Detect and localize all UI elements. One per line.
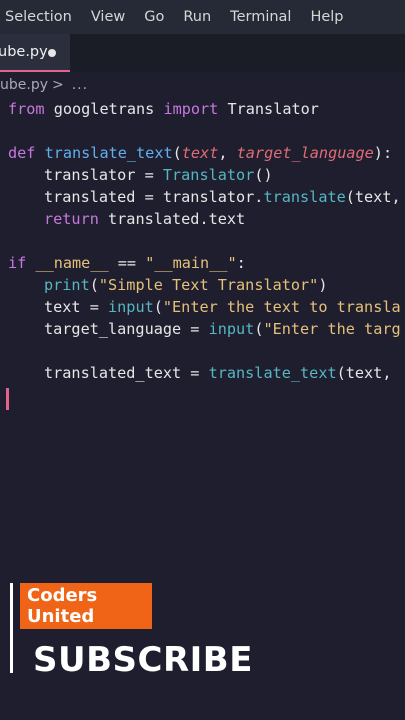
- code-text: Translator: [218, 100, 319, 118]
- breadcrumb-more[interactable]: ...: [72, 77, 88, 93]
- menu-run[interactable]: Run: [183, 9, 211, 25]
- code-text: (: [153, 298, 163, 316]
- code-line-3: def translate_text(text, target_language…: [8, 142, 392, 164]
- string-literal: "Enter the targ: [263, 320, 401, 338]
- code-text: translated.text: [98, 210, 246, 228]
- text-cursor: [6, 388, 9, 410]
- code-text: translated_text =: [44, 364, 209, 382]
- tab-label: ube.py: [0, 44, 48, 60]
- code-line-10: text = input("Enter the text to transla: [8, 296, 401, 318]
- class-name: Translator: [162, 166, 255, 184]
- code-text: (: [89, 276, 99, 294]
- string-literal: "__main__": [145, 254, 237, 272]
- tab-bar: ube.py: [0, 34, 405, 72]
- keyword: from: [8, 100, 45, 118]
- unsaved-dot-icon[interactable]: [48, 49, 56, 57]
- code-text: ):: [373, 144, 393, 162]
- keyword: if: [8, 254, 27, 272]
- code-line-8: if __name__ == "__main__":: [8, 252, 246, 274]
- menu-help[interactable]: Help: [310, 9, 343, 25]
- badge-line-1: Coders: [27, 585, 98, 606]
- function-name: translate_text: [208, 364, 337, 382]
- code-text: :: [236, 254, 246, 272]
- breadcrumb: ube.py > ...: [0, 72, 405, 98]
- code-text: target_language =: [44, 320, 209, 338]
- menu-go[interactable]: Go: [144, 9, 164, 25]
- parameter: target_language: [236, 144, 374, 162]
- string-literal: "Simple Text Translator": [98, 276, 319, 294]
- code-line-6: return translated.text: [8, 208, 245, 230]
- channel-badge: Coders United: [20, 583, 152, 629]
- code-text: ,: [218, 144, 237, 162]
- code-text: ==: [108, 254, 146, 272]
- function-name: translate_text: [44, 144, 173, 162]
- subscribe-text[interactable]: SUBSCRIBE: [33, 640, 253, 680]
- keyword: return: [44, 210, 99, 228]
- overlay-divider: [10, 583, 13, 673]
- code-text: (: [172, 144, 182, 162]
- string-literal: "Enter the text to transla: [162, 298, 401, 316]
- menu-terminal[interactable]: Terminal: [230, 9, 291, 25]
- function-name: print: [44, 276, 90, 294]
- keyword: import: [163, 100, 219, 118]
- code-text: googletrans: [44, 100, 164, 118]
- keyword: def: [8, 144, 36, 162]
- code-text: (text,: [345, 188, 401, 206]
- code-line-4: translator = Translator(): [8, 164, 273, 186]
- code-text: ): [318, 276, 328, 294]
- code-text: (text,: [336, 364, 392, 382]
- code-line-1: from googletrans import Translator: [8, 98, 319, 120]
- code-text: translated = translator.: [44, 188, 264, 206]
- code-line-5: translated = translator.translate(text,: [8, 186, 401, 208]
- breadcrumb-file[interactable]: ube.py: [0, 77, 48, 93]
- menu-bar: Selection View Go Run Terminal Help: [0, 0, 405, 34]
- code-line-13: translated_text = translate_text(text,: [8, 362, 391, 384]
- code-line-11: target_language = input("Enter the targ: [8, 318, 401, 340]
- code-text: text =: [44, 298, 109, 316]
- code-line-9: print("Simple Text Translator"): [8, 274, 327, 296]
- dunder-name: __name__: [35, 254, 109, 272]
- method-name: translate: [263, 188, 346, 206]
- function-name: input: [208, 320, 255, 338]
- parameter: text: [181, 144, 219, 162]
- code-text: translator =: [44, 166, 163, 184]
- function-name: input: [108, 298, 154, 316]
- menu-selection[interactable]: Selection: [5, 9, 72, 25]
- code-text: (): [254, 166, 273, 184]
- tab-file[interactable]: ube.py: [0, 34, 70, 72]
- chevron-right-icon: >: [52, 77, 64, 93]
- code-editor[interactable]: from googletrans import Translator def t…: [0, 98, 405, 428]
- menu-view[interactable]: View: [91, 9, 125, 25]
- badge-line-2: United: [27, 606, 95, 627]
